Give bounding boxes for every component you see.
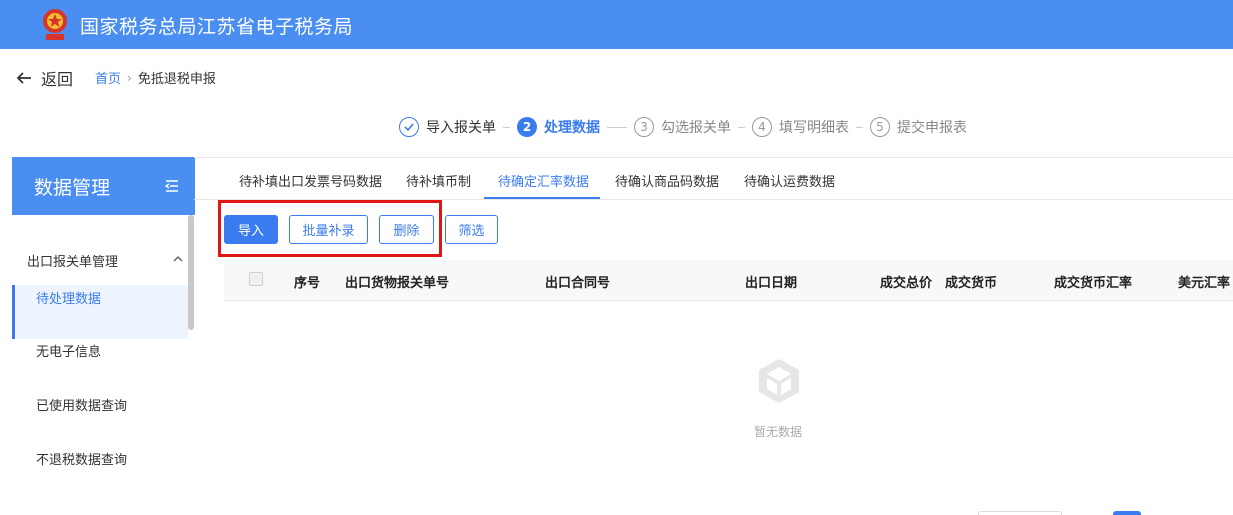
step-2: 2 处理数据 [517,117,600,137]
pagination-size-select[interactable] [978,511,1062,515]
step-label: 导入报关单 [426,120,496,136]
active-tab-indicator [484,197,600,199]
batch-fill-button[interactable]: 批量补录 [289,215,368,244]
check-circle-icon [399,117,419,137]
column-header[interactable]: 出口日期 [745,272,797,291]
tab-exchange-rate[interactable]: 待确定汇率数据 [498,171,589,190]
step-label: 勾选报关单 [661,120,731,136]
back-label: 返回 [41,70,74,89]
breadcrumb-separator: › [127,70,132,85]
step-connector [738,126,745,128]
sidebar-item-no-refund-query[interactable]: 不退税数据查询 [12,434,188,488]
step-4: 4 填写明细表 [752,117,849,137]
step-connector [607,126,627,128]
step-label: 处理数据 [544,120,600,136]
step-connector [503,126,510,128]
breadcrumb-home-link[interactable]: 首页 [95,68,121,87]
column-header[interactable]: 成交货币汇率 [1054,272,1132,291]
filter-button[interactable]: 筛选 [445,215,498,244]
step-number: 3 [634,117,654,137]
arrow-left-icon [16,72,31,84]
step-3: 3 勾选报关单 [634,117,731,137]
column-header[interactable]: 美元汇率 [1178,272,1230,291]
sidebar-item-used-query[interactable]: 已使用数据查询 [12,380,188,434]
empty-state-text: 暂无数据 [754,425,803,439]
table-header: 序号 出口货物报关单号 出口合同号 出口日期 成交总价 成交货币 成交货币汇率 … [224,260,1233,301]
top-header: 国家税务总局江苏省电子税务局 [0,0,1233,49]
import-button[interactable]: 导入 [224,215,278,244]
sidebar-header: 数据管理 [12,157,195,215]
tab-freight[interactable]: 待确认运费数据 [744,171,835,190]
menu-collapse-icon[interactable] [165,179,179,193]
breadcrumb-current: 免抵退税申报 [137,72,216,87]
sidebar-group-label[interactable]: 出口报关单管理 [27,251,118,270]
back-button[interactable]: 返回 [15,66,73,90]
national-emblem-icon [43,9,67,40]
column-header[interactable]: 出口货物报关单号 [345,272,449,291]
select-all-checkbox[interactable] [249,272,263,286]
step-number: 4 [752,117,772,137]
sidebar-item-no-einfo[interactable]: 无电子信息 [12,326,188,380]
sidebar-title: 数据管理 [34,177,111,199]
column-header[interactable]: 成交总价 [880,272,932,291]
column-header[interactable]: 序号 [294,272,320,291]
step-number: 5 [870,117,890,137]
step-progress: 导入报关单 2 处理数据 3 勾选报关单 4 填写明细表 5 提交申报表 [399,117,967,137]
tab-currency[interactable]: 待补填币制 [406,171,471,190]
sidebar: 数据管理 出口报关单管理 待处理数据 无电子信息 已使用数据查询 不退税数据查询 [0,157,195,515]
step-5: 5 提交申报表 [870,117,967,137]
site-title: 国家税务总局江苏省电子税务局 [80,16,354,38]
tab-commodity-code[interactable]: 待确认商品码数据 [615,171,719,190]
step-1: 导入报关单 [399,117,496,137]
step-connector [856,126,863,128]
sidebar-scrollbar[interactable] [188,215,194,330]
tab-invoice-number[interactable]: 待补填出口发票号码数据 [239,171,382,190]
column-header[interactable]: 成交货币 [945,272,997,291]
empty-box-icon [759,359,799,403]
pagination-current-page[interactable] [1113,511,1141,515]
chevron-up-icon[interactable] [173,255,183,263]
delete-button[interactable]: 删除 [379,215,434,244]
tab-bar: 待补填出口发票号码数据 待补填币制 待确定汇率数据 待确认商品码数据 待确认运费… [194,158,1233,200]
step-label: 提交申报表 [897,120,967,136]
step-number: 2 [517,117,537,137]
column-header[interactable]: 出口合同号 [545,272,610,291]
step-label: 填写明细表 [779,120,849,136]
breadcrumb: 首页 › 免抵退税申报 [95,68,216,88]
